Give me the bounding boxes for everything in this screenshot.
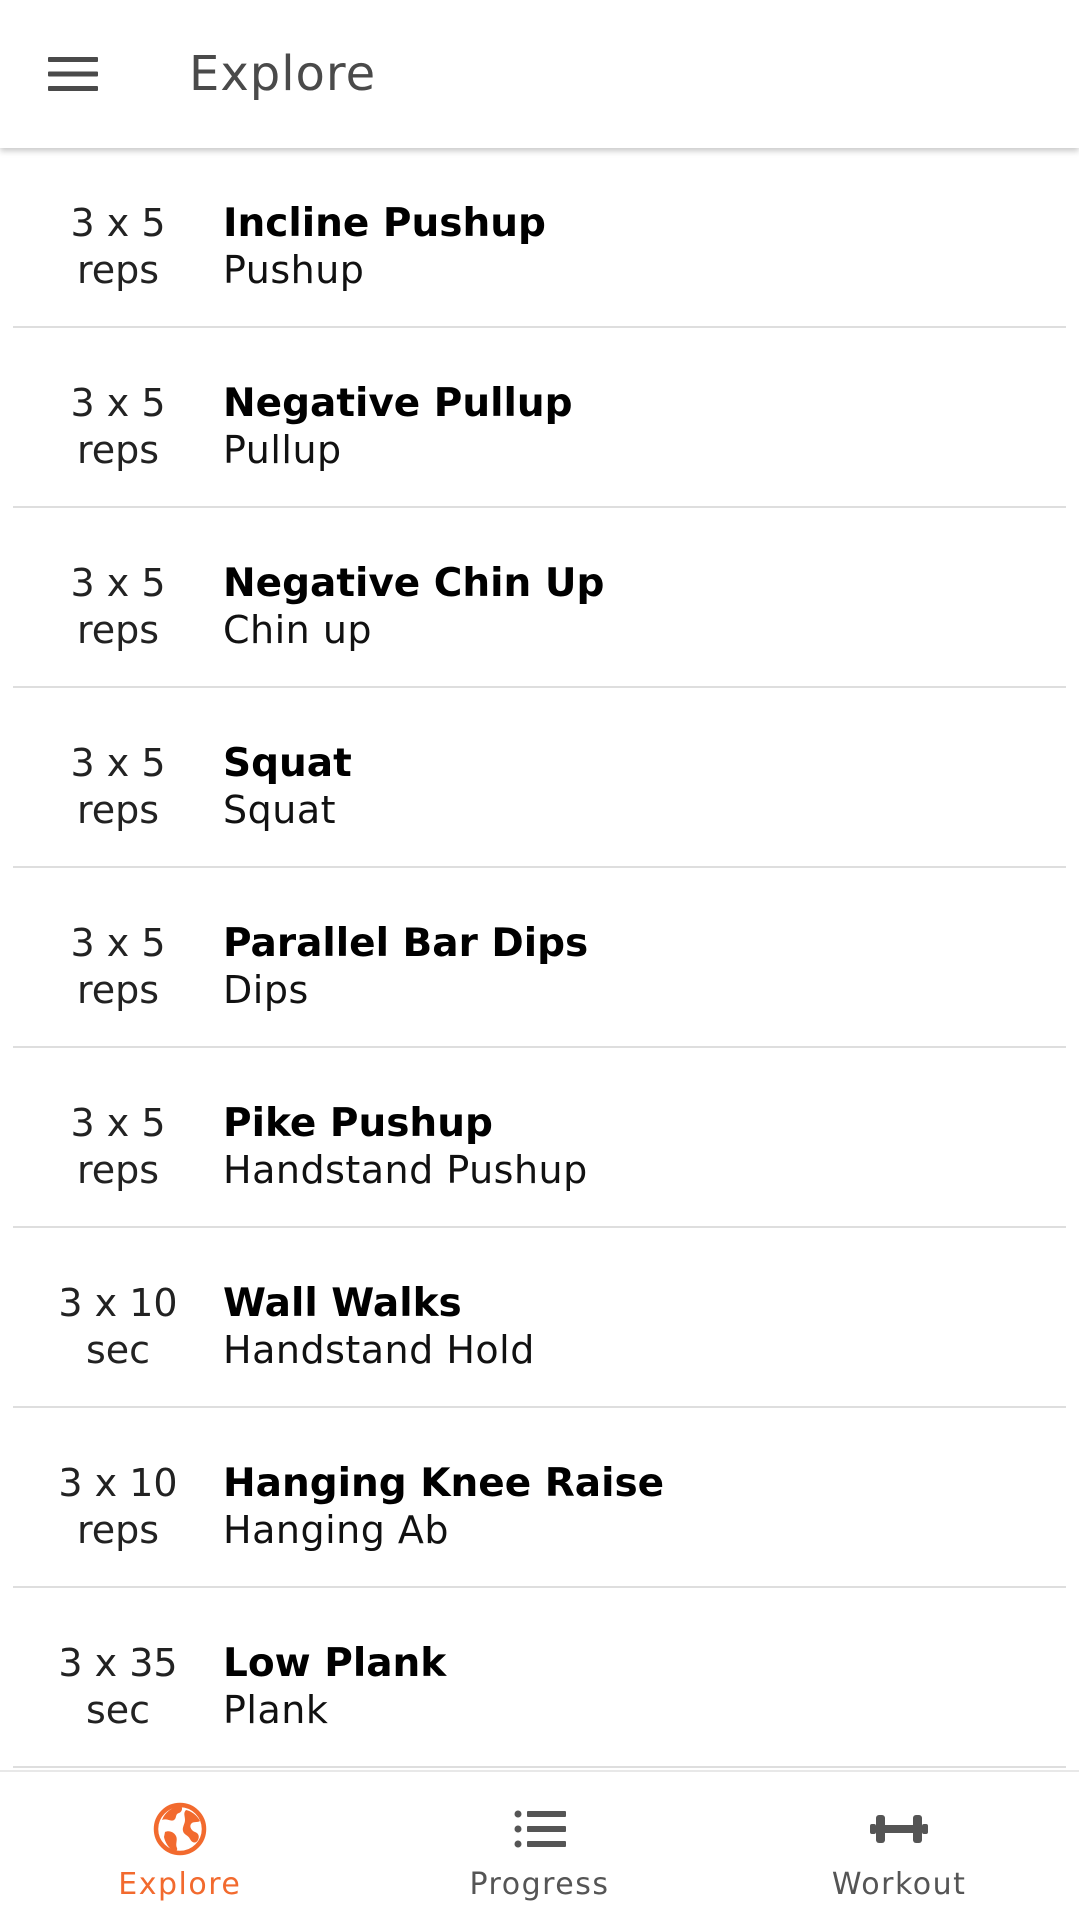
nav-item-workout[interactable]: Workout bbox=[719, 1772, 1079, 1919]
exercise-dose: 3 x 35 sec bbox=[13, 1640, 223, 1734]
list-icon bbox=[510, 1799, 570, 1859]
dose-sets: 3 x 10 bbox=[58, 1461, 178, 1505]
exercise-info: Wall Walks Handstand Hold bbox=[223, 1280, 535, 1374]
exercise-list: 3 x 5 reps Incline Pushup Pushup 3 x 5 r… bbox=[0, 148, 1079, 1768]
exercise-name: Pike Pushup bbox=[223, 1101, 493, 1146]
exercise-info: Low Plank Plank bbox=[223, 1640, 446, 1734]
exercise-category: Plank bbox=[223, 1688, 329, 1732]
hamburger-menu-icon bbox=[48, 57, 98, 91]
bottom-navigation: Explore Progress Workout bbox=[0, 1770, 1079, 1919]
exercise-dose: 3 x 10 sec bbox=[13, 1280, 223, 1374]
exercise-row[interactable]: 3 x 10 reps Hanging Knee Raise Hanging A… bbox=[13, 1408, 1066, 1588]
exercise-row[interactable]: 3 x 5 reps Negative Chin Up Chin up bbox=[13, 508, 1066, 688]
nav-label-workout: Workout bbox=[831, 1867, 967, 1902]
dose-sets: 3 x 5 bbox=[70, 921, 166, 965]
dumbbell-icon bbox=[869, 1799, 929, 1859]
exercise-name: Incline Pushup bbox=[223, 201, 546, 246]
top-app-bar: Explore bbox=[0, 0, 1079, 148]
exercise-name: Hanging Knee Raise bbox=[223, 1461, 665, 1506]
dose-unit: reps bbox=[76, 1148, 160, 1192]
dose-sets: 3 x 5 bbox=[70, 201, 166, 245]
exercise-category: Squat bbox=[223, 788, 337, 832]
app-root: Explore 3 x 5 reps Incline Pushup Pushup… bbox=[0, 0, 1079, 1919]
page-title: Explore bbox=[189, 46, 377, 102]
exercise-info: Incline Pushup Pushup bbox=[223, 200, 546, 294]
exercise-dose: 3 x 5 reps bbox=[13, 200, 223, 294]
nav-item-progress[interactable]: Progress bbox=[360, 1772, 720, 1919]
dose-sets: 3 x 35 bbox=[58, 1641, 178, 1685]
exercise-info: Squat Squat bbox=[223, 740, 352, 834]
exercise-category: Hanging Ab bbox=[223, 1508, 450, 1552]
exercise-info: Pike Pushup Handstand Pushup bbox=[223, 1100, 588, 1194]
exercise-name: Parallel Bar Dips bbox=[223, 921, 589, 966]
exercise-category: Pullup bbox=[223, 428, 342, 472]
dose-unit: reps bbox=[76, 788, 160, 832]
exercise-dose: 3 x 5 reps bbox=[13, 380, 223, 474]
dose-sets: 3 x 5 bbox=[70, 1101, 166, 1145]
dose-unit: reps bbox=[76, 428, 160, 472]
exercise-row[interactable]: 3 x 35 sec Low Plank Plank bbox=[13, 1588, 1066, 1768]
dose-unit: reps bbox=[76, 248, 160, 292]
exercise-row[interactable]: 3 x 5 reps Incline Pushup Pushup bbox=[13, 148, 1066, 328]
nav-label-progress: Progress bbox=[469, 1867, 610, 1902]
exercise-dose: 3 x 5 reps bbox=[13, 1100, 223, 1194]
exercise-dose: 3 x 10 reps bbox=[13, 1460, 223, 1554]
dose-sets: 3 x 5 bbox=[70, 381, 166, 425]
dose-sets: 3 x 10 bbox=[58, 1281, 178, 1325]
dose-unit: reps bbox=[76, 1508, 160, 1552]
dose-sets: 3 x 5 bbox=[70, 561, 166, 605]
exercise-name: Negative Pullup bbox=[223, 381, 573, 426]
exercise-category: Pushup bbox=[223, 248, 365, 292]
menu-button[interactable] bbox=[30, 36, 116, 112]
globe-icon bbox=[150, 1799, 210, 1859]
exercise-info: Negative Chin Up Chin up bbox=[223, 560, 604, 654]
exercise-dose: 3 x 5 reps bbox=[13, 560, 223, 654]
exercise-name: Wall Walks bbox=[223, 1281, 462, 1326]
exercise-row[interactable]: 3 x 5 reps Squat Squat bbox=[13, 688, 1066, 868]
exercise-row[interactable]: 3 x 5 reps Pike Pushup Handstand Pushup bbox=[13, 1048, 1066, 1228]
exercise-name: Low Plank bbox=[223, 1641, 447, 1686]
exercise-row[interactable]: 3 x 5 reps Negative Pullup Pullup bbox=[13, 328, 1066, 508]
exercise-row[interactable]: 3 x 5 reps Parallel Bar Dips Dips bbox=[13, 868, 1066, 1048]
dose-unit: sec bbox=[85, 1688, 151, 1732]
exercise-category: Chin up bbox=[223, 608, 373, 652]
exercise-name: Squat bbox=[223, 741, 352, 786]
exercise-dose: 3 x 5 reps bbox=[13, 920, 223, 1014]
nav-item-explore[interactable]: Explore bbox=[0, 1772, 360, 1919]
exercise-dose: 3 x 5 reps bbox=[13, 740, 223, 834]
exercise-info: Hanging Knee Raise Hanging Ab bbox=[223, 1460, 664, 1554]
dose-unit: reps bbox=[76, 608, 160, 652]
dose-unit: reps bbox=[76, 968, 160, 1012]
exercise-name: Negative Chin Up bbox=[223, 561, 605, 606]
nav-label-explore: Explore bbox=[118, 1867, 242, 1902]
exercise-category: Handstand Pushup bbox=[223, 1148, 588, 1192]
exercise-row[interactable]: 3 x 10 sec Wall Walks Handstand Hold bbox=[13, 1228, 1066, 1408]
exercise-category: Handstand Hold bbox=[223, 1328, 535, 1372]
exercise-category: Dips bbox=[223, 968, 309, 1012]
dose-sets: 3 x 5 bbox=[70, 741, 166, 785]
exercise-info: Parallel Bar Dips Dips bbox=[223, 920, 588, 1014]
exercise-info: Negative Pullup Pullup bbox=[223, 380, 573, 474]
dose-unit: sec bbox=[85, 1328, 151, 1372]
